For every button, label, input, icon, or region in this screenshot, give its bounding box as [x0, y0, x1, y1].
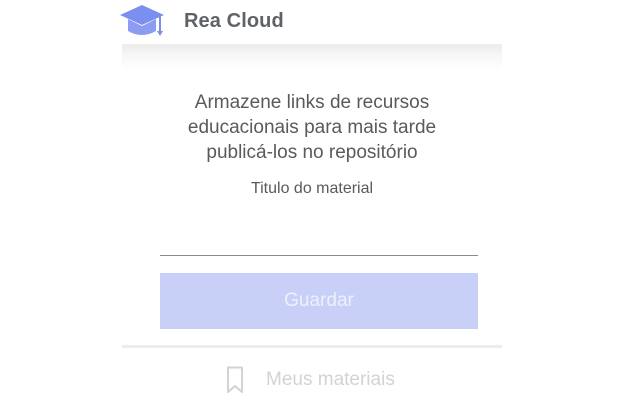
material-title-label: Titulo do material: [250, 180, 374, 197]
description-line: educacionais para mais tarde: [187, 117, 437, 138]
bookmark-icon: [227, 366, 243, 393]
my-materials-label: Meus materiais: [266, 369, 395, 390]
main-panel: Rea Cloud Armazene links de recursos edu…: [120, 0, 502, 400]
my-materials-nav[interactable]: Meus materiais: [222, 362, 442, 400]
app-header: Rea Cloud: [120, 0, 502, 44]
header-shadow: [122, 44, 502, 70]
app-title: Rea Cloud: [184, 10, 284, 32]
graduation-cap-icon: [120, 5, 164, 36]
popup-window: Rea Cloud Armazene links de recursos edu…: [0, 0, 640, 400]
description-line: publicá-los no repositório: [206, 142, 418, 163]
material-title-input[interactable]: [160, 226, 478, 256]
description-text: Armazene links de recursos educacionais …: [122, 90, 502, 165]
save-button[interactable]: Guardar: [160, 273, 478, 329]
description-line: Armazene links de recursos: [194, 92, 430, 113]
footer-divider: [122, 345, 502, 348]
